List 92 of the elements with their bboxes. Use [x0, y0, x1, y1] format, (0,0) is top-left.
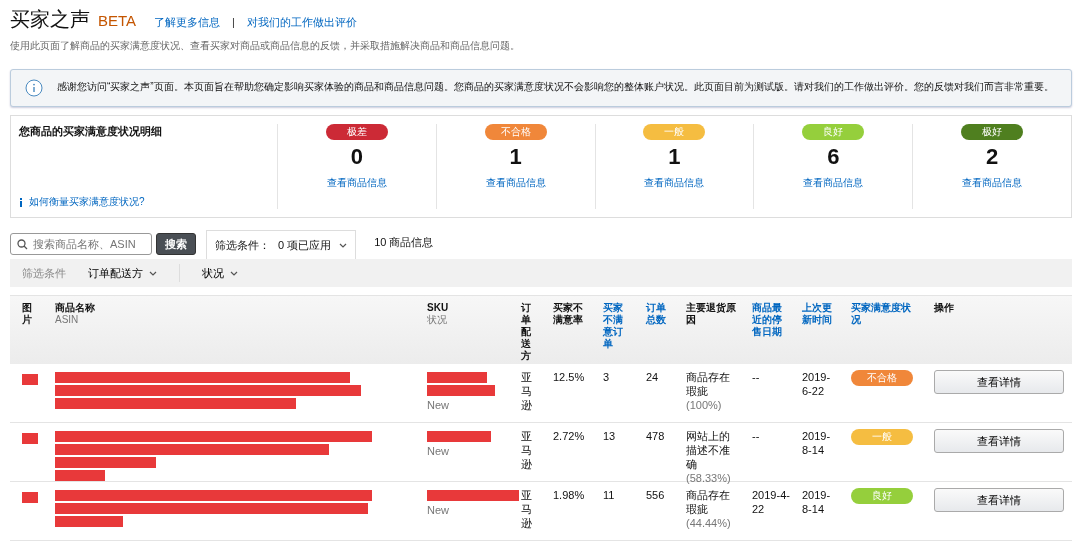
redaction-bar — [427, 372, 487, 383]
rating-count: 1 — [509, 144, 522, 170]
condition-text: New — [427, 398, 450, 412]
learn-more-link[interactable]: 了解更多信息 — [154, 15, 221, 30]
reason-share: (100%) — [686, 399, 722, 411]
table-cell: 2019-4-22 — [752, 489, 790, 515]
search-icon — [17, 238, 28, 250]
status-pill: 一般 — [851, 429, 913, 445]
summary-title: 您商品的买家满意度状况明细 — [19, 124, 163, 139]
status-pill: 良好 — [851, 488, 913, 504]
column-header[interactable]: 买家不满意订单 — [595, 296, 638, 364]
table-cell: 12.5% — [553, 371, 585, 383]
rating-count: 2 — [985, 144, 999, 170]
column-header: 图片 — [21, 301, 33, 327]
table-cell: 478 — [646, 430, 665, 442]
filter-dropdown[interactable]: 订单配送方 — [88, 265, 157, 281]
chevron-down-icon — [230, 270, 238, 276]
view-listings-link[interactable]: 查看商品信息 — [803, 176, 864, 190]
notice-text: 感谢您访问“买家之声”页面。本页面旨在帮助您确定影响买家体验的商品和商品信息问题。您商品的买家满意度状况不会影响您的整体账户状况。此页面目前为测试版。请对我们的工作做出评价。您的反馈对我们而言非常重要。 — [57, 80, 1054, 94]
chevron-down-icon — [149, 270, 157, 276]
rating-pill: 极差 — [325, 124, 388, 140]
table-cell: 商品存在瑕疵 — [686, 371, 730, 397]
table-cell: 3 — [603, 371, 610, 383]
table-cell: 2019-8-14 — [802, 489, 831, 515]
search-field[interactable]: 搜索商品名称、ASIN — [10, 233, 152, 255]
search-button[interactable]: 搜索 — [156, 233, 196, 255]
view-listings-link[interactable]: 查看商品信息 — [326, 176, 387, 190]
view-listings-link[interactable]: 查看商品信息 — [644, 176, 705, 190]
filter-dropdown[interactable]: 筛选条件： 0 项已应用 — [206, 230, 357, 259]
view-listings-link[interactable]: 查看商品信息 — [485, 176, 546, 190]
table-cell: 13 — [603, 430, 616, 442]
rating-pill: 不合格 — [484, 124, 547, 140]
table-cell: 网站上的描述不准确 — [686, 430, 730, 470]
column-header[interactable]: 上次更新时间 — [794, 296, 843, 364]
table-cell: 亚马逊 — [521, 371, 532, 411]
redaction-bar — [22, 433, 38, 444]
table-cell: -- — [752, 371, 760, 383]
table-cell: 亚马逊 — [521, 430, 532, 470]
beta-label: BETA — [98, 12, 137, 29]
page-title: 买家之声 — [10, 7, 90, 32]
column-header: 商品名称 ASIN — [54, 301, 96, 327]
filter-label: 筛选条件： — [215, 237, 270, 253]
filter-value: 0 项已应用 — [278, 237, 332, 253]
result-count: 10 商品信息 — [374, 235, 434, 250]
help-link[interactable]: 如何衡量买家满意度状况? — [29, 195, 145, 209]
redaction-bar — [22, 492, 38, 503]
table-cell: 11 — [603, 489, 615, 501]
condition-text: New — [427, 444, 450, 458]
redaction-bar — [427, 431, 491, 442]
chevron-down-icon — [339, 242, 348, 248]
status-pill: 不合格 — [851, 370, 913, 386]
column-header[interactable]: 订单总数 — [638, 296, 678, 364]
redaction-bar — [427, 385, 495, 396]
column-header: 主要退货原因 — [685, 301, 737, 327]
view-listings-link[interactable]: 查看商品信息 — [962, 176, 1023, 190]
column-header[interactable]: 商品最近的停售日期 — [744, 296, 794, 364]
reason-share: (58.33%) — [686, 472, 731, 484]
view-details-button[interactable]: 查看详情 — [934, 429, 1064, 453]
column-header[interactable]: 买家满意度状况 — [843, 296, 926, 364]
reason-share: (44.44%) — [686, 517, 731, 529]
view-details-button[interactable]: 查看详情 — [934, 370, 1064, 394]
table-cell: 556 — [646, 489, 665, 501]
feedback-link[interactable]: 对我们的工作做出评价 — [246, 15, 357, 30]
view-details-button[interactable]: 查看详情 — [934, 488, 1064, 512]
table-cell: 2.72% — [553, 430, 585, 442]
rating-pill: 一般 — [643, 124, 706, 140]
rating-count: 0 — [350, 144, 363, 170]
redaction-bar — [55, 516, 124, 527]
redaction-bar — [22, 374, 38, 385]
column-header: 操作 — [933, 301, 955, 315]
column-header: 订单配送方 — [520, 301, 532, 363]
filter-bar-label: 筛选条件 — [22, 265, 66, 281]
column-header: 买家不满意率 — [552, 301, 584, 327]
table-cell: 2019-6-22 — [802, 371, 831, 397]
table-cell: 2019-8-14 — [802, 430, 831, 456]
table-cell: 1.98% — [553, 489, 585, 501]
filter-dropdown[interactable]: 状况 — [202, 265, 238, 281]
rating-count: 6 — [827, 144, 840, 170]
table-cell: 亚马逊 — [521, 489, 532, 529]
table-cell: 24 — [646, 371, 659, 383]
redaction-bar — [55, 470, 106, 481]
page-subtitle: 使用此页面了解商品的买家满意度状况、查看买家对商品或商品信息的反馈，并采取措施解决商品和商品信息问题。 — [10, 39, 521, 53]
table-cell: -- — [752, 430, 760, 442]
rating-count: 1 — [668, 144, 681, 170]
column-header: SKU 状况 — [426, 301, 450, 327]
info-icon — [25, 79, 43, 97]
link-separator: | — [232, 16, 235, 28]
condition-text: New — [427, 503, 450, 517]
rating-pill: 良好 — [802, 124, 865, 140]
info-icon — [19, 197, 23, 207]
rating-pill: 极好 — [961, 124, 1024, 140]
table-cell: 商品存在瑕疵 — [686, 489, 730, 515]
